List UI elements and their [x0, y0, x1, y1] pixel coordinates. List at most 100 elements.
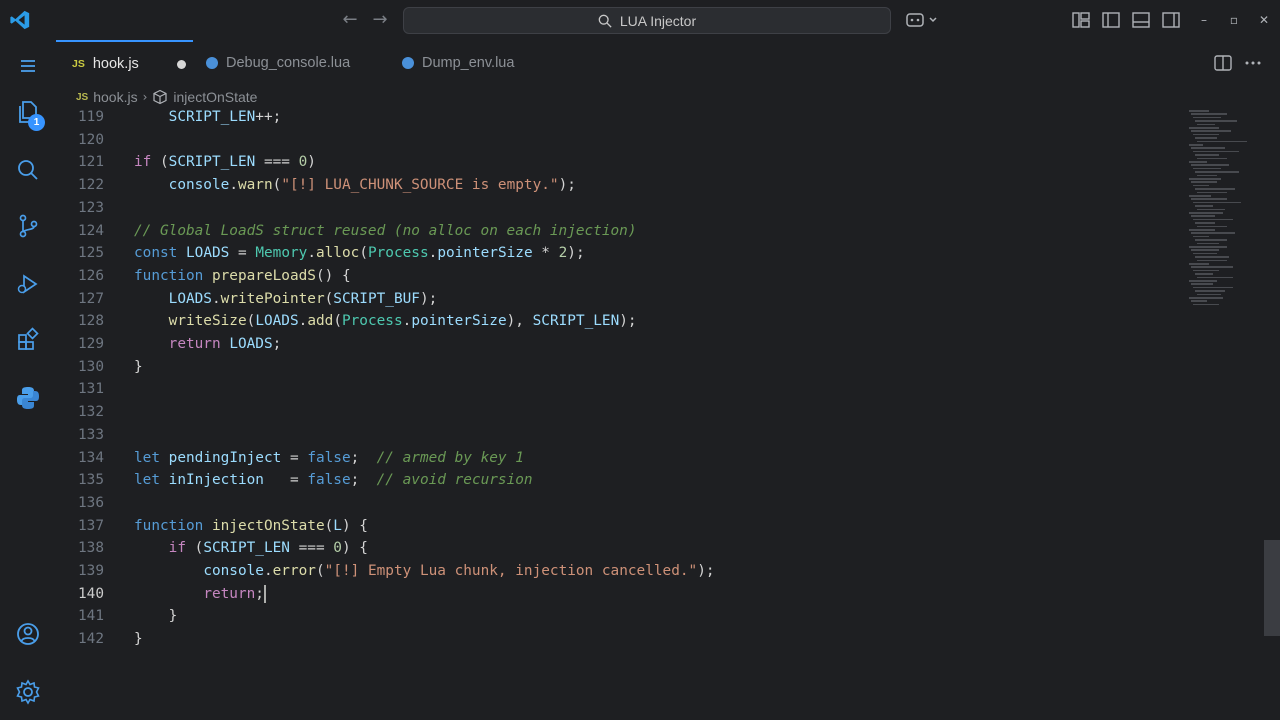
code-line[interactable]: 126 function prepareLoadS() {	[56, 265, 1186, 287]
code-line[interactable]: 122 console.warn("[!] LUA_CHUNK_SOURCE i…	[56, 174, 1186, 196]
code-line[interactable]: 139 console.error("[!] Empty Lua chunk, …	[56, 560, 1186, 582]
line-number: 139	[78, 563, 104, 579]
line-number: 120	[78, 131, 104, 148]
restore-icon[interactable]: ▫	[1224, 10, 1244, 30]
line-code[interactable]: return;	[134, 583, 266, 605]
line-code[interactable]: function injectOnState(L) {	[134, 515, 368, 537]
line-code[interactable]: // Global LoadS struct reused (no alloc …	[134, 220, 637, 242]
split-editor-icon[interactable]	[1213, 53, 1233, 73]
line-code[interactable]: return LOADS;	[134, 333, 282, 355]
minimap-line	[1197, 140, 1247, 143]
extensions-icon[interactable]	[14, 326, 42, 354]
line-code[interactable]: }	[134, 628, 143, 650]
line-code[interactable]: function prepareLoadS() {	[134, 265, 351, 287]
line-number: 131	[78, 381, 104, 398]
menu-icon[interactable]	[14, 52, 42, 80]
toggle-secondary-sidebar-icon[interactable]	[1161, 10, 1181, 30]
vertical-scrollbar-thumb[interactable]	[1264, 540, 1280, 636]
minimap-line	[1195, 290, 1225, 292]
code-line[interactable]: 119 SCRIPT_LEN++;	[56, 106, 1186, 128]
code-line[interactable]: 124 // Global LoadS struct reused (no all…	[56, 220, 1186, 242]
line-code[interactable]: }	[134, 605, 178, 627]
account-icon[interactable]	[14, 620, 42, 648]
line-code[interactable]: console.error("[!] Empty Lua chunk, inje…	[134, 560, 714, 582]
code-line[interactable]: 129 return LOADS;	[56, 333, 1186, 355]
forward-arrow-icon[interactable]: →	[370, 10, 390, 30]
line-code[interactable]: if (SCRIPT_LEN === 0) {	[134, 537, 368, 559]
method-symbol-icon	[153, 89, 168, 105]
python-icon[interactable]	[14, 384, 42, 412]
code-line[interactable]: 120	[56, 129, 1186, 151]
source-control-icon[interactable]	[14, 212, 42, 240]
code-line[interactable]: 127 LOADS.writePointer(SCRIPT_BUF);	[56, 288, 1186, 310]
code-line[interactable]: 132	[56, 401, 1186, 423]
copilot-icon[interactable]	[905, 10, 939, 30]
minimap-line	[1195, 239, 1227, 241]
explorer-badge: 1	[28, 114, 45, 131]
code-line[interactable]: 138 if (SCRIPT_LEN === 0) {	[56, 537, 1186, 559]
command-center-search[interactable]: LUA Injector	[403, 7, 891, 34]
customize-layout-icon[interactable]	[1071, 10, 1091, 30]
unsaved-dot-icon[interactable]	[176, 59, 186, 69]
more-actions-icon[interactable]	[1243, 53, 1263, 73]
lua-file-icon	[402, 57, 414, 69]
minimap-line	[1191, 130, 1231, 132]
minimap-line	[1189, 195, 1211, 197]
minimap-line	[1189, 178, 1221, 180]
line-code[interactable]: let pendingInject = false; // armed by k…	[134, 447, 524, 469]
run-debug-icon[interactable]	[14, 270, 42, 298]
code-line[interactable]: 137 function injectOnState(L) {	[56, 515, 1186, 537]
breadcrumb-symbol[interactable]: injectOnState	[173, 89, 257, 105]
line-number: 136	[78, 494, 104, 511]
code-line[interactable]: 136	[56, 492, 1186, 514]
code-line[interactable]: 121 if (SCRIPT_LEN === 0)	[56, 151, 1186, 173]
settings-gear-icon[interactable]	[14, 678, 42, 706]
tab-dump-env-lua[interactable]: Dump_env.lua	[402, 40, 562, 86]
code-line[interactable]: 131	[56, 378, 1186, 400]
close-icon[interactable]: ✕	[1254, 10, 1274, 30]
minimap-line	[1197, 191, 1227, 194]
line-code[interactable]: console.warn("[!] LUA_CHUNK_SOURCE is em…	[134, 174, 576, 196]
code-line[interactable]: 125 const LOADS = Memory.alloc(Process.po…	[56, 242, 1186, 264]
tab-hook-js[interactable]: JS hook.js	[56, 40, 193, 86]
lua-file-icon	[206, 57, 218, 69]
minimap-line	[1191, 113, 1227, 115]
back-arrow-icon[interactable]: ←	[340, 10, 360, 30]
code-line[interactable]: 141 }	[56, 605, 1186, 627]
tab-debug-console-lua[interactable]: Debug_console.lua	[206, 40, 386, 86]
toggle-panel-icon[interactable]	[1131, 10, 1151, 30]
code-line[interactable]: 135 let inInjection = false; // avoid rec…	[56, 469, 1186, 491]
minimap-line	[1191, 283, 1213, 285]
minimize-icon[interactable]: –	[1194, 10, 1214, 30]
breadcrumb-file[interactable]: hook.js	[93, 89, 137, 105]
search-icon	[598, 14, 612, 28]
toggle-primary-sidebar-icon[interactable]	[1101, 10, 1121, 30]
code-line[interactable]: 123	[56, 197, 1186, 219]
line-code[interactable]: SCRIPT_LEN++;	[134, 106, 282, 128]
line-code[interactable]: LOADS.writePointer(SCRIPT_BUF);	[134, 288, 438, 310]
code-editor[interactable]: 119 SCRIPT_LEN++; 120 121 if (SCRIPT_LEN ==…	[56, 106, 1186, 686]
line-number: 138	[78, 540, 104, 557]
minimap-line	[1193, 235, 1209, 238]
line-code[interactable]: let inInjection = false; // avoid recurs…	[134, 469, 533, 491]
code-line[interactable]: 128 writeSize(LOADS.add(Process.pointerS…	[56, 310, 1186, 332]
line-number: 121	[78, 154, 104, 171]
vscode-logo-icon[interactable]	[9, 9, 31, 31]
line-number: 142	[78, 631, 104, 648]
editor-area: JS hook.js Debug_console.lua Dump_env.lu…	[56, 40, 1280, 720]
search-icon[interactable]	[14, 156, 42, 184]
line-number: 127	[78, 290, 104, 307]
code-line[interactable]: 130}	[56, 356, 1186, 378]
minimap-line	[1193, 184, 1209, 187]
minimap[interactable]	[1189, 106, 1259, 306]
code-line[interactable]: 133	[56, 424, 1186, 446]
line-code[interactable]: const LOADS = Memory.alloc(Process.point…	[134, 242, 585, 264]
code-line[interactable]: 142}	[56, 628, 1186, 650]
breadcrumb: JS hook.js › injectOnState	[76, 87, 257, 107]
minimap-line	[1189, 263, 1209, 265]
line-code[interactable]: if (SCRIPT_LEN === 0)	[134, 151, 316, 173]
code-line[interactable]: 134 let pendingInject = false; // armed b…	[56, 447, 1186, 469]
code-line[interactable]: 140 return;	[56, 583, 1186, 605]
line-code[interactable]: }	[134, 356, 143, 378]
line-code[interactable]: writeSize(LOADS.add(Process.pointerSize)…	[134, 310, 637, 332]
